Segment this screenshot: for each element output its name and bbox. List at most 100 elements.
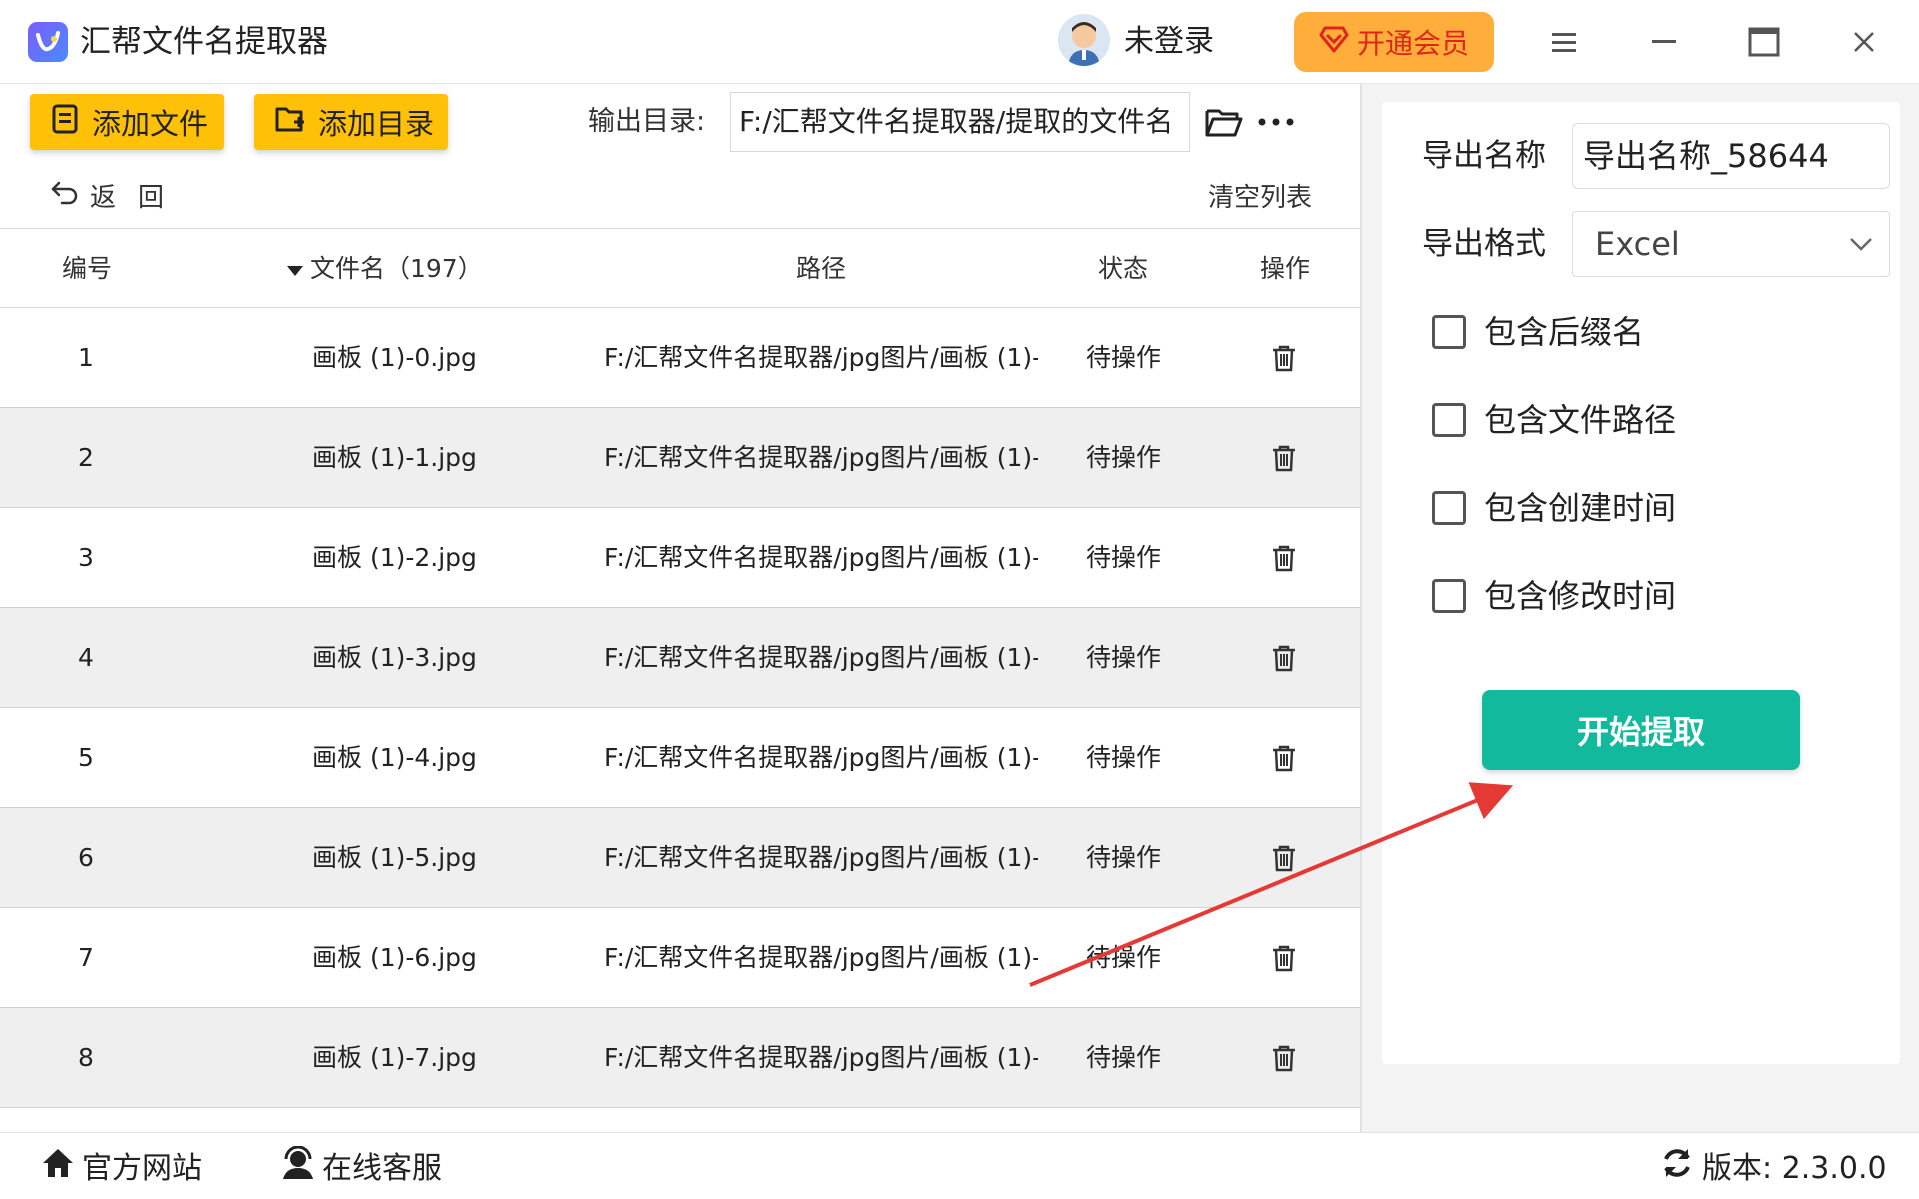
back-label: 返回 bbox=[90, 183, 187, 213]
output-dir-label: 输出目录: bbox=[588, 106, 706, 137]
trash-icon[interactable] bbox=[1264, 808, 1304, 908]
version-label: 版本: 2.3.0.0 bbox=[1702, 1150, 1887, 1186]
table-row[interactable]: 4 画板 (1)-3.jpg F:/汇帮文件名提取器/jpg图片/画板 (1)-3 待… bbox=[0, 608, 1360, 708]
col-name-label: 文件名（197） bbox=[310, 254, 483, 283]
support-icon bbox=[280, 1145, 316, 1191]
checkbox-include-created[interactable]: 包含创建时间 bbox=[1432, 486, 1676, 530]
website-label: 官方网站 bbox=[82, 1150, 202, 1186]
cell-name: 画板 (1)-6.jpg bbox=[312, 943, 477, 972]
cell-status: 待操作 bbox=[1086, 1043, 1162, 1072]
home-icon bbox=[40, 1146, 76, 1191]
export-format-label: 导出格式 bbox=[1422, 226, 1546, 262]
col-num: 编号 bbox=[62, 254, 113, 283]
checkbox-box[interactable] bbox=[1432, 315, 1466, 349]
cell-path: F:/汇帮文件名提取器/jpg图片/画板 (1)-3 bbox=[604, 643, 1038, 672]
output-dir-input[interactable]: F:/汇帮文件名提取器/提取的文件名 bbox=[730, 92, 1190, 152]
cell-num: 7 bbox=[78, 943, 94, 972]
app-title: 汇帮文件名提取器 bbox=[80, 24, 328, 60]
checkbox-box[interactable] bbox=[1432, 491, 1466, 525]
sort-down-icon bbox=[286, 229, 304, 309]
add-folder-button[interactable]: 添加目录 bbox=[254, 94, 448, 150]
trash-icon[interactable] bbox=[1264, 908, 1304, 1008]
table-row[interactable]: 8 画板 (1)-7.jpg F:/汇帮文件名提取器/jpg图片/画板 (1)-7 待… bbox=[0, 1008, 1360, 1108]
clear-list-button[interactable]: 清空列表 bbox=[1208, 180, 1312, 216]
trash-icon[interactable] bbox=[1264, 1008, 1304, 1108]
app-logo-icon bbox=[28, 22, 68, 62]
title-bar: 汇帮文件名提取器 未登录 开通会员 bbox=[0, 0, 1919, 84]
avatar-icon[interactable] bbox=[1058, 14, 1110, 66]
start-extract-button[interactable]: 开始提取 bbox=[1482, 690, 1800, 770]
cell-name: 画板 (1)-4.jpg bbox=[312, 743, 477, 772]
cell-path: F:/汇帮文件名提取器/jpg图片/画板 (1)-6 bbox=[604, 943, 1038, 972]
maximize-icon[interactable] bbox=[1744, 22, 1784, 62]
close-icon[interactable] bbox=[1844, 22, 1884, 62]
diamond-icon bbox=[1319, 24, 1349, 61]
refresh-icon[interactable] bbox=[1660, 1146, 1694, 1191]
cell-status: 待操作 bbox=[1086, 343, 1162, 372]
table-row[interactable]: 2 画板 (1)-1.jpg F:/汇帮文件名提取器/jpg图片/画板 (1)-1 待… bbox=[0, 408, 1360, 508]
cell-path: F:/汇帮文件名提取器/jpg图片/画板 (1)-4 bbox=[604, 743, 1038, 772]
checkbox-label: 包含文件路径 bbox=[1484, 401, 1677, 439]
table-body: 1 画板 (1)-0.jpg F:/汇帮文件名提取器/jpg图片/画板 (1)-0 待… bbox=[0, 308, 1360, 1108]
add-folder-icon bbox=[274, 103, 308, 142]
checkbox-include-suffix[interactable]: 包含后缀名 bbox=[1432, 310, 1644, 354]
cell-status: 待操作 bbox=[1086, 543, 1162, 572]
chevron-down-icon bbox=[1849, 212, 1873, 276]
trash-icon[interactable] bbox=[1264, 408, 1304, 508]
cell-num: 5 bbox=[78, 743, 94, 772]
cell-status: 待操作 bbox=[1086, 943, 1162, 972]
cell-path: F:/汇帮文件名提取器/jpg图片/画板 (1)-0 bbox=[604, 343, 1038, 372]
trash-icon[interactable] bbox=[1264, 508, 1304, 608]
checkbox-box[interactable] bbox=[1432, 579, 1466, 613]
checkbox-label: 包含后缀名 bbox=[1484, 313, 1645, 351]
cell-num: 6 bbox=[78, 843, 94, 872]
support-label: 在线客服 bbox=[322, 1150, 442, 1186]
add-folder-label: 添加目录 bbox=[318, 107, 435, 141]
cell-path: F:/汇帮文件名提取器/jpg图片/画板 (1)-7 bbox=[604, 1043, 1038, 1072]
vip-button[interactable]: 开通会员 bbox=[1294, 12, 1494, 72]
table-row[interactable]: 6 画板 (1)-5.jpg F:/汇帮文件名提取器/jpg图片/画板 (1)-5 待… bbox=[0, 808, 1360, 908]
export-format-select[interactable]: Excel bbox=[1572, 211, 1890, 277]
cell-status: 待操作 bbox=[1086, 743, 1162, 772]
folder-open-icon[interactable] bbox=[1204, 102, 1244, 142]
cell-name: 画板 (1)-0.jpg bbox=[312, 343, 477, 372]
table-row[interactable]: 1 画板 (1)-0.jpg F:/汇帮文件名提取器/jpg图片/画板 (1)-0 待… bbox=[0, 308, 1360, 408]
checkbox-label: 包含创建时间 bbox=[1484, 489, 1677, 527]
export-name-label: 导出名称 bbox=[1422, 138, 1546, 174]
file-table: 编号 文件名（197） 路径 状态 操作 1 画板 (1)-0.jpg F:/汇帮文… bbox=[0, 228, 1360, 1108]
cell-status: 待操作 bbox=[1086, 643, 1162, 672]
back-arrow-icon bbox=[50, 180, 80, 216]
more-icon[interactable] bbox=[1256, 102, 1296, 142]
checkbox-box[interactable] bbox=[1432, 403, 1466, 437]
minimize-icon[interactable] bbox=[1644, 22, 1684, 62]
support-link[interactable]: 在线客服 bbox=[280, 1145, 442, 1191]
cell-path: F:/汇帮文件名提取器/jpg图片/画板 (1)-1 bbox=[604, 443, 1038, 472]
cell-name: 画板 (1)-7.jpg bbox=[312, 1043, 477, 1072]
login-status[interactable]: 未登录 bbox=[1124, 22, 1214, 62]
cell-num: 4 bbox=[78, 643, 94, 672]
cell-num: 3 bbox=[78, 543, 94, 572]
checkbox-include-path[interactable]: 包含文件路径 bbox=[1432, 398, 1676, 442]
menu-icon[interactable] bbox=[1544, 22, 1584, 62]
cell-name: 画板 (1)-1.jpg bbox=[312, 443, 477, 472]
table-row[interactable]: 3 画板 (1)-2.jpg F:/汇帮文件名提取器/jpg图片/画板 (1)-2 待… bbox=[0, 508, 1360, 608]
table-row[interactable]: 5 画板 (1)-4.jpg F:/汇帮文件名提取器/jpg图片/画板 (1)-4 待… bbox=[0, 708, 1360, 808]
cell-status: 待操作 bbox=[1086, 443, 1162, 472]
vip-label: 开通会员 bbox=[1356, 27, 1469, 60]
website-link[interactable]: 官方网站 bbox=[40, 1146, 202, 1191]
export-name-input[interactable]: 导出名称_58644 bbox=[1572, 123, 1890, 189]
export-format-value: Excel bbox=[1595, 225, 1680, 263]
back-button[interactable]: 返回 bbox=[50, 180, 186, 216]
cell-path: F:/汇帮文件名提取器/jpg图片/画板 (1)-2 bbox=[604, 543, 1038, 572]
trash-icon[interactable] bbox=[1264, 308, 1304, 408]
cell-path: F:/汇帮文件名提取器/jpg图片/画板 (1)-5 bbox=[604, 843, 1038, 872]
col-name[interactable]: 文件名（197） bbox=[286, 229, 483, 309]
add-file-button[interactable]: 添加文件 bbox=[30, 94, 224, 150]
trash-icon[interactable] bbox=[1264, 608, 1304, 708]
trash-icon[interactable] bbox=[1264, 708, 1304, 808]
col-status: 状态 bbox=[1098, 254, 1149, 283]
table-row[interactable]: 7 画板 (1)-6.jpg F:/汇帮文件名提取器/jpg图片/画板 (1)-6 待… bbox=[0, 908, 1360, 1008]
table-header: 编号 文件名（197） 路径 状态 操作 bbox=[0, 228, 1360, 308]
checkbox-include-modified[interactable]: 包含修改时间 bbox=[1432, 574, 1676, 618]
cell-name: 画板 (1)-2.jpg bbox=[312, 543, 477, 572]
